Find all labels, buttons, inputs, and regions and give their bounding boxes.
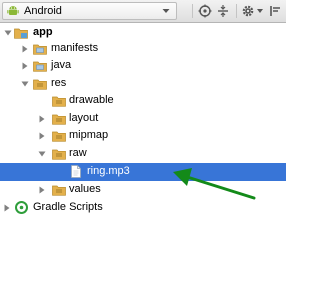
expanded-arrow-icon[interactable] bbox=[4, 29, 12, 37]
tree-node-label: raw bbox=[69, 147, 87, 159]
gradle-icon bbox=[15, 201, 28, 214]
tree-node-res[interactable]: res bbox=[0, 75, 286, 93]
tree-node-manifests[interactable]: manifests bbox=[0, 40, 286, 58]
collapsed-arrow-icon[interactable] bbox=[3, 204, 11, 212]
tree-node-label: drawable bbox=[69, 94, 114, 106]
tree-node-label: mipmap bbox=[69, 129, 109, 141]
toolbar-separator bbox=[192, 4, 193, 18]
tree-node-label: layout bbox=[69, 112, 99, 124]
tree-node-java[interactable]: java bbox=[0, 57, 286, 75]
tree-node-label: java bbox=[51, 59, 72, 71]
folder-icon bbox=[52, 96, 66, 107]
folder-icon bbox=[52, 114, 66, 125]
collapsed-arrow-icon[interactable] bbox=[21, 62, 29, 70]
collapsed-arrow-icon[interactable] bbox=[21, 45, 29, 53]
folder-icon bbox=[33, 44, 47, 55]
expanded-arrow-icon[interactable] bbox=[38, 150, 46, 158]
annotation-arrow bbox=[173, 168, 256, 200]
folder-icon bbox=[52, 185, 66, 196]
file-icon bbox=[71, 165, 81, 178]
collapse-all-icon[interactable] bbox=[216, 4, 230, 18]
chevron-down-icon bbox=[162, 9, 170, 13]
source-folder-icon bbox=[33, 61, 47, 72]
tree-node-label: values bbox=[69, 183, 101, 195]
view-selector-label: Android bbox=[24, 5, 62, 17]
resource-folder-icon bbox=[33, 79, 47, 90]
tree-node-label: app bbox=[33, 26, 53, 38]
project-toolbar: Android bbox=[0, 0, 286, 23]
hide-panel-icon[interactable] bbox=[268, 4, 282, 18]
project-view-selector[interactable]: Android bbox=[2, 2, 177, 20]
tree-node-label: manifests bbox=[51, 42, 99, 54]
expanded-arrow-icon[interactable] bbox=[21, 80, 29, 88]
chevron-down-icon[interactable] bbox=[256, 4, 264, 18]
tree-node-label: ring.mp3 bbox=[87, 165, 130, 177]
toolbar-separator bbox=[236, 4, 237, 18]
tree-node-label: Gradle Scripts bbox=[33, 201, 103, 213]
folder-icon bbox=[52, 131, 66, 142]
module-folder-icon bbox=[14, 28, 28, 39]
collapsed-arrow-icon[interactable] bbox=[38, 115, 46, 123]
tree-node-mipmap[interactable]: mipmap bbox=[0, 127, 286, 145]
collapsed-arrow-icon[interactable] bbox=[38, 132, 46, 140]
gear-icon[interactable] bbox=[241, 4, 255, 18]
sync-target-icon[interactable] bbox=[198, 4, 212, 18]
folder-icon bbox=[52, 149, 66, 160]
tree-node-label: res bbox=[51, 77, 67, 89]
tree-node-layout[interactable]: layout bbox=[0, 110, 286, 128]
collapsed-arrow-icon[interactable] bbox=[38, 186, 46, 194]
android-icon bbox=[7, 6, 19, 15]
tree-node-raw[interactable]: raw bbox=[0, 145, 286, 163]
tree-node-drawable[interactable]: drawable bbox=[0, 92, 286, 110]
